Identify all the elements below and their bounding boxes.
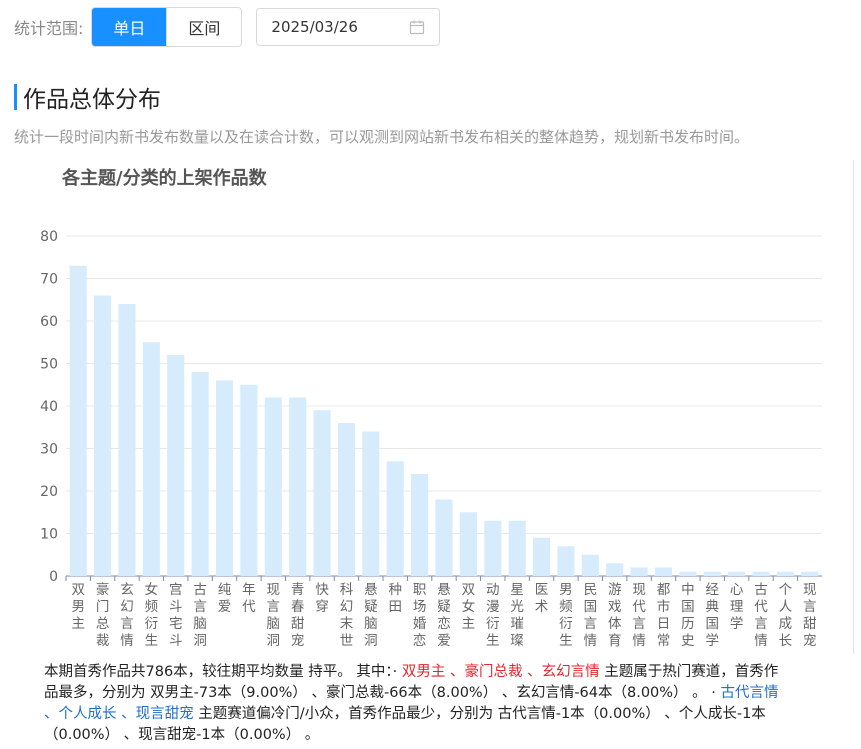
y-tick-label: 80 [40, 229, 58, 245]
x-tick-label: 纯爱 [218, 582, 232, 615]
x-tick-label: 医术 [535, 582, 549, 615]
range-toggle: 单日 区间 [91, 7, 243, 47]
bar-悬疑脑洞[interactable] [362, 431, 380, 577]
bar-玄幻言情[interactable] [118, 304, 136, 576]
bar-职场婚恋[interactable] [411, 474, 429, 576]
bar-经典国学[interactable] [703, 571, 721, 576]
bar-心理学[interactable] [728, 571, 746, 576]
x-axis-labels: 双男主豪门总裁玄幻言情女频衍生宫斗宅斗古言脑洞纯爱年代现言脑洞青春甜宠快穿科幻末… [65, 576, 817, 649]
bar-宫斗宅斗[interactable] [167, 355, 185, 576]
x-tick-label: 悬疑恋爱 [437, 582, 451, 649]
summary-intro: 本期首秀作品共786本，较往期平均数量 持平。 其中：· [44, 664, 402, 680]
x-tick-label: 个人成长 [779, 582, 793, 649]
x-tick-label: 现言脑洞 [267, 582, 281, 649]
x-tick-label: 双女主 [462, 582, 476, 632]
bar-chart: 0 10 20 30 40 50 60 70 80 双男主豪门总裁玄幻言情女频衍生宫斗宅斗古言脑… [40, 167, 822, 649]
bar-科幻末世[interactable] [337, 423, 355, 576]
y-tick-label: 30 [40, 442, 58, 458]
x-tick-label: 青春甜宠 [291, 582, 305, 649]
chart-container: 0 10 20 30 40 50 60 70 80 双男主 豪门总裁 玄幻言情 女频衍生 宫斗宅斗 古言脑… [14, 160, 854, 654]
y-tick-label: 50 [40, 357, 58, 373]
x-tick-label: 快穿 [315, 582, 329, 615]
x-tick-label: 古代言情 [754, 582, 768, 649]
x-tick-label: 都市日常 [657, 582, 671, 649]
bar-悬疑恋爱[interactable] [435, 499, 453, 577]
filter-label: 统计范围: [14, 19, 84, 38]
calendar-icon [410, 20, 425, 35]
x-tick-label: 心理学 [730, 582, 744, 632]
bar-纯爱[interactable] [215, 380, 234, 577]
summary-text: 本期首秀作品共786本，较往期平均数量 持平。 其中：· 双男主 、豪门总裁 、… [44, 662, 784, 746]
bar-动漫衍生[interactable] [484, 520, 502, 576]
bar-豪门总裁[interactable] [94, 295, 112, 577]
bar-年代[interactable] [240, 384, 258, 576]
x-tick-label: 现代言情 [632, 582, 646, 649]
chart-bars [69, 265, 819, 577]
date-picker[interactable]: 2025/03/26 [256, 8, 441, 46]
hot-topics[interactable]: 双男主 、豪门总裁 、玄幻言情 [402, 664, 600, 680]
x-tick-label: 古言脑洞 [193, 582, 207, 649]
bar-古代言情[interactable] [752, 571, 770, 576]
bar-双男主[interactable] [69, 265, 87, 576]
y-tick-label: 40 [40, 399, 58, 415]
x-tick-label: 科幻末世 [340, 582, 354, 649]
bar-快穿[interactable] [313, 410, 331, 576]
bar-中国历史[interactable] [679, 571, 697, 576]
bar-女频衍生[interactable] [142, 342, 160, 576]
x-tick-label: 宫斗宅斗 [169, 582, 183, 649]
bar-古言脑洞[interactable] [191, 372, 209, 576]
x-tick-label: 中国历史 [681, 582, 695, 649]
y-tick-label: 70 [40, 272, 58, 288]
y-tick-label: 20 [40, 484, 58, 500]
x-tick-label: 悬疑脑洞 [364, 582, 378, 649]
section-title-text: 作品总体分布 [23, 87, 161, 113]
date-value: 2025/03/26 [271, 18, 358, 36]
chart-title: 各主题/分类的上架作品数 [61, 167, 268, 189]
section-description: 统计一段时间内新书发布数量以及在读合计数，可以观测到网站新书发布相关的整体趋势，… [14, 128, 750, 146]
bar-双女主[interactable] [459, 512, 477, 576]
x-tick-label: 经典国学 [706, 582, 720, 649]
y-tick-label: 10 [40, 527, 58, 543]
y-tick-label: 0 [49, 569, 58, 585]
bar-民国言情[interactable] [581, 554, 599, 576]
x-tick-label: 动漫衍生 [486, 582, 500, 649]
y-tick-label: 60 [40, 314, 58, 330]
x-tick-label: 种田 [388, 582, 402, 615]
bar-都市日常[interactable] [654, 567, 673, 577]
x-tick-label: 职场婚恋 [413, 582, 427, 649]
x-tick-label: 豪门总裁 [96, 582, 110, 649]
x-tick-label: 女频衍生 [145, 581, 159, 649]
filter-row: 统计范围: 单日 区间 2025/03/26 [14, 7, 441, 47]
x-tick-label: 年代 [242, 582, 256, 615]
x-tick-label: 男频衍生 [559, 582, 573, 649]
bar-男频衍生[interactable] [557, 546, 575, 576]
section-title: 作品总体分布 [14, 82, 161, 113]
bar-青春甜宠[interactable] [289, 397, 307, 577]
bar-星光璀璨[interactable] [508, 520, 526, 576]
bar-现言脑洞[interactable] [264, 397, 282, 577]
title-accent-bar [14, 84, 17, 110]
bar-个人成长[interactable] [776, 571, 794, 576]
x-tick-label: 双男主 [71, 582, 85, 632]
x-tick-label: 游戏体育 [608, 582, 622, 649]
range-button[interactable]: 区间 [166, 8, 242, 46]
bar-现代言情[interactable] [630, 567, 648, 577]
bar-医术[interactable] [533, 537, 551, 576]
y-axis-ticks: 0 10 20 30 40 50 60 70 80 [40, 229, 58, 585]
single-day-button[interactable]: 单日 [92, 8, 167, 46]
x-tick-label: 玄幻言情 [120, 581, 134, 649]
x-tick-label: 星光璀璨 [510, 582, 524, 649]
x-tick-label: 现言甜宠 [803, 582, 817, 649]
x-tick-label: 民国言情 [584, 582, 598, 649]
bar-游戏体育[interactable] [606, 563, 624, 576]
bar-现言甜宠[interactable] [801, 571, 819, 576]
bar-种田[interactable] [386, 461, 404, 576]
